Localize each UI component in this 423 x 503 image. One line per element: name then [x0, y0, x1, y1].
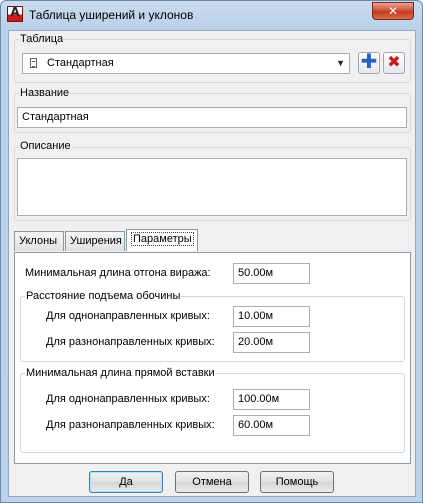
tangent-same-dir-input[interactable]: 100.00м: [233, 389, 310, 410]
shoulder-same-dir-input[interactable]: 10.00м: [233, 306, 310, 327]
cancel-button[interactable]: Отмена: [175, 471, 249, 493]
delete-table-button[interactable]: ✖: [383, 52, 405, 74]
dialog-window: A Таблица уширений и уклонов ✕ Таблица С…: [0, 0, 423, 503]
tab-widenings-label: Уширения: [70, 235, 122, 247]
ok-button[interactable]: Да: [89, 471, 163, 493]
tab-slopes[interactable]: Уклоны: [14, 231, 64, 251]
add-table-button[interactable]: ✚: [358, 52, 380, 74]
min-runoff-input[interactable]: 50.00м: [233, 263, 310, 284]
tab-widenings[interactable]: Уширения: [65, 231, 125, 251]
shoulder-opp-dir-input[interactable]: 20.00м: [233, 332, 310, 353]
tangent-opp-dir-input[interactable]: 60.00м: [233, 415, 310, 436]
table-select-value: Стандартная: [47, 57, 114, 69]
close-button[interactable]: ✕: [372, 2, 414, 20]
table-group-label: Таблица: [19, 33, 65, 45]
name-group-label: Название: [19, 87, 71, 99]
tab-slopes-label: Уклоны: [19, 235, 58, 247]
tangent-same-dir-label: Для однонаправленных кривых:: [46, 393, 210, 405]
title-bar[interactable]: A Таблица уширений и уклонов ✕: [1, 1, 422, 31]
table-document-icon: [30, 58, 37, 68]
tab-parameters[interactable]: Параметры: [126, 229, 198, 251]
parameters-panel: Минимальная длина отгона виража: 50.00м …: [14, 252, 411, 464]
shoulder-group-label: Расстояние подъема обочины: [25, 290, 182, 302]
table-select[interactable]: Стандартная ▼: [22, 53, 350, 74]
chevron-down-icon: ▼: [336, 58, 345, 68]
shoulder-same-dir-label: Для однонаправленных кривых:: [46, 310, 210, 322]
description-group-label: Описание: [19, 140, 72, 152]
shoulder-opp-dir-label: Для разнонаправленных кривых:: [46, 336, 215, 348]
tangent-group: [20, 373, 405, 453]
description-input[interactable]: [17, 158, 407, 216]
close-icon: ✕: [387, 4, 399, 18]
app-logo-icon: A: [7, 5, 23, 22]
help-button[interactable]: Помощь: [260, 471, 334, 493]
plus-icon: ✚: [360, 51, 378, 73]
delete-x-icon: ✖: [387, 54, 401, 71]
name-input[interactable]: Стандартная: [17, 107, 407, 128]
dialog-body: Таблица Стандартная ▼ ✚ ✖ Название Станд…: [8, 30, 416, 497]
min-runoff-label: Минимальная длина отгона виража:: [25, 267, 211, 279]
window-title: Таблица уширений и уклонов: [29, 8, 194, 22]
tab-parameters-label: Параметры: [131, 232, 194, 246]
tangent-opp-dir-label: Для разнонаправленных кривых:: [46, 419, 215, 431]
shoulder-group: [20, 296, 405, 362]
tangent-group-label: Минимальная длина прямой вставки: [25, 367, 216, 379]
